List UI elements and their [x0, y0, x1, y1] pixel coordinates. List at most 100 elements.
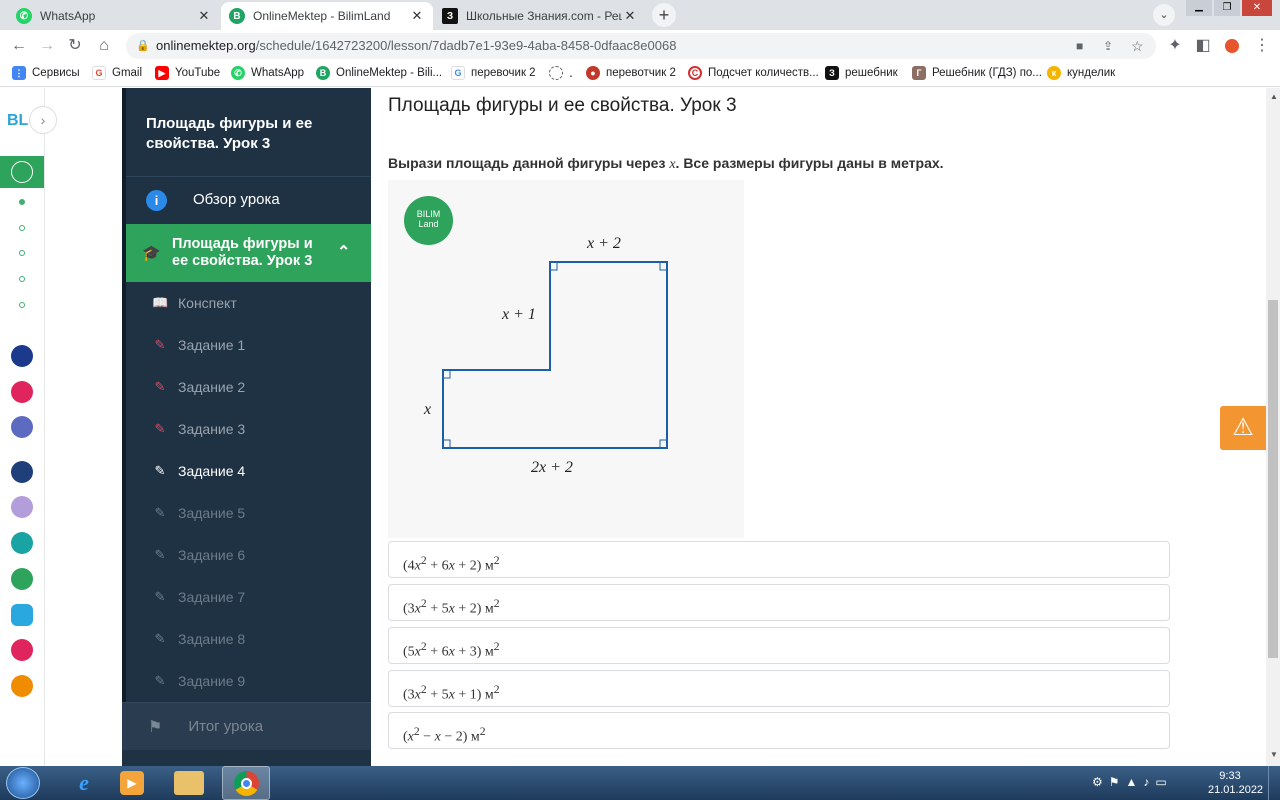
bookmark-kundelik[interactable]: к кунделик	[1047, 66, 1115, 80]
report-problem-button[interactable]: ⚠	[1220, 406, 1266, 450]
media-player-icon[interactable]: ▶	[120, 771, 144, 795]
bookmark-translator-2[interactable]: ● перевотчик 2	[586, 66, 676, 80]
label-left: x	[424, 401, 432, 418]
answer-option-3[interactable]: (5x2 + 6x + 3) м2	[388, 627, 1170, 664]
bookmark-onlinemektep[interactable]: B OnlineMektep - Bili...	[316, 66, 442, 80]
option-exponent: 2	[493, 640, 500, 653]
bilim-shop-icon[interactable]	[11, 381, 33, 403]
scroll-down-icon[interactable]: ▼	[1270, 750, 1278, 759]
bookmark-services[interactable]: ⋮ Сервисы	[12, 66, 80, 80]
task-item-1[interactable]: ✎ Задание 1	[122, 324, 371, 366]
imeme-icon[interactable]	[11, 675, 33, 697]
bookmark-translator[interactable]: Gперевочик 2	[451, 66, 536, 80]
chevron-right-icon[interactable]: ›	[29, 106, 57, 134]
bookmark-star-icon[interactable]: ☆	[1131, 33, 1144, 59]
info-icon: i	[146, 190, 167, 211]
bookmark-unnamed[interactable]: ․	[549, 66, 573, 80]
tab-onlinemektep[interactable]: B OnlineMektep - BilimLand ✕	[221, 2, 433, 30]
edit-icon: ✎	[154, 547, 166, 562]
minimize-button[interactable]: ▁	[1186, 0, 1212, 16]
menu-icon[interactable]: ⋮	[1252, 36, 1272, 56]
summary-item[interactable]: 📖 Конспект	[122, 282, 371, 324]
nav-dot[interactable]	[19, 225, 25, 231]
edit-icon: ✎	[154, 631, 166, 646]
reload-icon[interactable]: ↻	[65, 36, 85, 56]
task-label: Задание 5	[178, 505, 246, 521]
explorer-folder-icon[interactable]	[174, 771, 204, 795]
lesson-final[interactable]: ⚑ Итог урока	[122, 702, 371, 750]
answer-option-4[interactable]: (3x2 + 5x + 1) м2	[388, 670, 1170, 707]
start-button[interactable]	[6, 767, 40, 799]
bilim-tv-icon[interactable]	[11, 345, 33, 367]
task-item-5[interactable]: ✎ Задание 5	[122, 492, 371, 534]
task-item-2[interactable]: ✎ Задание 2	[122, 366, 371, 408]
twig-icon[interactable]	[11, 639, 33, 661]
bookmark-youtube[interactable]: ▶ YouTube	[155, 66, 220, 80]
bookmark-reshebnik[interactable]: Зрешебник	[825, 66, 898, 80]
scroll-up-icon[interactable]: ▲	[1270, 92, 1278, 101]
rail-active-item[interactable]	[0, 156, 44, 188]
show-desktop-button[interactable]	[1268, 766, 1280, 800]
close-window-button[interactable]: ✕	[1242, 0, 1272, 16]
clock[interactable]: 9:33 21.01.2022	[1208, 769, 1263, 797]
nav-dot[interactable]	[19, 199, 25, 205]
task-label: Задание 4	[178, 463, 246, 479]
close-tab-icon[interactable]: ✕	[196, 8, 212, 24]
lesson-overview[interactable]: i Обзор урока	[122, 177, 371, 223]
library-icon[interactable]	[11, 496, 33, 518]
option-part: + 1) м	[454, 687, 494, 703]
answer-option-1[interactable]: (4x2 + 6x + 2) м2	[388, 541, 1170, 578]
answer-option-2[interactable]: (3x2 + 5x + 2) м2	[388, 584, 1170, 621]
new-tab-button[interactable]: +	[652, 3, 676, 27]
tab-title: WhatsApp	[40, 9, 96, 23]
internet-explorer-icon[interactable]: e	[62, 768, 106, 798]
task-item-8[interactable]: ✎ Задание 8	[122, 618, 371, 660]
extensions-icon[interactable]: ✦	[1165, 36, 1185, 56]
profile-avatar[interactable]	[1225, 39, 1239, 53]
share-icon[interactable]: ⇪	[1103, 33, 1113, 59]
bilimland-icon[interactable]	[11, 568, 33, 590]
tray-icons[interactable]: ⚙⚑▲♪▭	[1092, 775, 1173, 789]
close-tab-icon[interactable]: ✕	[622, 8, 638, 24]
bookmark-gmail[interactable]: G Gmail	[92, 66, 142, 80]
chevron-up-icon[interactable]: ⌃	[337, 242, 350, 262]
chrome-taskbar-item[interactable]	[222, 766, 270, 800]
sidepanel-icon[interactable]: ◧	[1193, 36, 1213, 56]
page-scrollbar[interactable]: ▲ ▼	[1266, 88, 1280, 766]
back-icon[interactable]: ←	[9, 36, 29, 56]
bookmark-label: YouTube	[175, 67, 221, 79]
home-icon[interactable]: ⌂	[94, 36, 114, 56]
tab-whatsapp[interactable]: ✆ WhatsApp ✕	[8, 2, 220, 30]
active-section[interactable]: 🎓 Площадь фигуры и ее свойства. Урок 3 ⌃	[122, 224, 371, 282]
close-tab-icon[interactable]: ✕	[409, 8, 425, 24]
task-item-9[interactable]: ✎ Задание 9	[122, 660, 371, 702]
edit-icon: ✎	[154, 589, 166, 604]
task-item-4[interactable]: ✎ Задание 4	[122, 450, 371, 492]
scroll-thumb[interactable]	[1268, 300, 1278, 658]
task-item-7[interactable]: ✎ Задание 7	[122, 576, 371, 618]
forward-icon[interactable]: →	[37, 36, 57, 56]
final-label: Итог урока	[188, 718, 264, 735]
address-bar[interactable]: 🔒 onlinemektep.org/schedule/1642723200/l…	[126, 33, 1156, 59]
nav-dot[interactable]	[19, 276, 25, 282]
apps-grid-icon: ⋮	[12, 66, 26, 80]
restore-button[interactable]: ❐	[1214, 0, 1240, 16]
task-item-6[interactable]: ✎ Задание 6	[122, 534, 371, 576]
tab-znanija[interactable]: З Школьные Знания.com - Решае ✕	[434, 2, 646, 30]
task-item-3[interactable]: ✎ Задание 3	[122, 408, 371, 450]
section-label: Площадь фигуры и ее свойства. Урок 3	[172, 236, 313, 269]
test-icon[interactable]	[11, 604, 33, 626]
bilim-media-icon[interactable]	[11, 416, 33, 438]
nav-dot[interactable]	[19, 302, 25, 308]
nav-dot[interactable]	[19, 250, 25, 256]
camera-icon[interactable]: ■	[1076, 33, 1083, 59]
answer-option-5[interactable]: (x2 − x − 2) м2	[388, 712, 1170, 749]
bookmark-label: OnlineMektep - Bili...	[336, 67, 443, 79]
bilim-class-icon[interactable]	[11, 532, 33, 554]
bookmark-gdz[interactable]: Г Решебник (ГДЗ) по...	[912, 66, 1042, 80]
tab-search-button[interactable]: ⌄	[1153, 4, 1175, 26]
bl-logo[interactable]: BL	[7, 112, 28, 130]
bookmark-whatsapp[interactable]: ✆ WhatsApp	[231, 66, 304, 80]
smart-nation-icon[interactable]	[11, 461, 33, 483]
bookmark-counter[interactable]: C Подсчет количеств...	[688, 66, 819, 80]
